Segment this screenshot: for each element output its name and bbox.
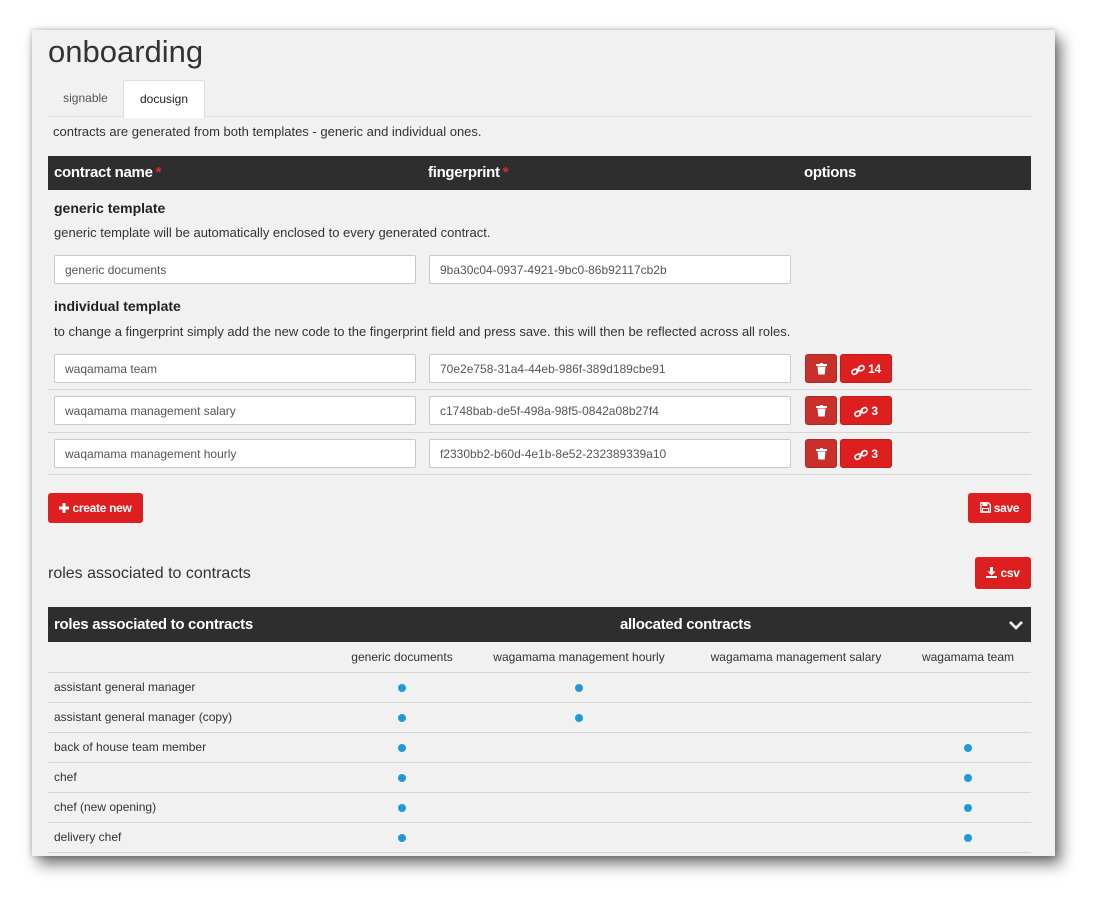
generic-fingerprint-input[interactable] [429, 255, 791, 284]
allocated-dot [398, 834, 406, 842]
row-divider [48, 474, 1031, 475]
role-name: chef (new opening) [54, 800, 157, 814]
page-title: onboarding [48, 34, 204, 69]
link-icon [854, 449, 869, 461]
contract-fingerprint-input[interactable] [429, 439, 791, 468]
tab-signable[interactable]: signable [48, 80, 123, 117]
allocated-dot [398, 774, 406, 782]
column-header: wagamama management salary [710, 650, 882, 664]
column-header: wagamama management hourly [493, 650, 665, 664]
contract-fingerprint-input[interactable] [429, 354, 791, 383]
link-icon [854, 406, 869, 418]
trash-icon [815, 448, 827, 460]
required-mark: * [155, 164, 162, 181]
column-header: wagamama team [921, 650, 1015, 664]
contract-fingerprint-input[interactable] [429, 396, 791, 425]
allocated-dot [398, 804, 406, 812]
header-contract-name: contract name * [54, 164, 162, 181]
linked-roles-button[interactable]: 3 [840, 396, 892, 425]
table-row: back of house team member [48, 732, 1031, 762]
intro-text: contracts are generated from both templa… [53, 124, 482, 139]
allocated-dot [575, 684, 583, 692]
delete-contract-button[interactable] [805, 396, 837, 425]
download-icon [986, 567, 998, 579]
header-allocated-contracts: allocated contracts [620, 616, 752, 633]
onboarding-panel: onboarding signable docusign contracts a… [32, 30, 1055, 856]
contract-name-input[interactable] [54, 439, 416, 468]
roles-table-header: roles associated to contracts allocated … [48, 607, 1031, 642]
csv-download-button[interactable]: csv [975, 557, 1031, 589]
allocated-dot [964, 804, 972, 812]
save-button[interactable]: save [968, 493, 1031, 523]
contract-name-input[interactable] [54, 396, 416, 425]
individual-template-title: individual template [54, 298, 181, 314]
role-name: delivery chef [54, 830, 122, 844]
individual-template-description: to change a fingerprint simply add the n… [54, 324, 791, 339]
tab-bar: signable docusign [48, 80, 1031, 118]
save-icon [979, 502, 991, 514]
table-row: chef (new opening) [48, 792, 1031, 822]
create-new-button[interactable]: create new [48, 493, 143, 523]
required-mark: * [502, 164, 509, 181]
linked-roles-count: 14 [868, 362, 881, 376]
allocated-dot [398, 684, 406, 692]
table-row: chef [48, 762, 1031, 792]
generic-template-description: generic template will be automatically e… [54, 225, 491, 240]
allocated-dot [964, 774, 972, 782]
role-name: back of house team member [54, 740, 207, 754]
generic-name-input[interactable] [54, 255, 416, 284]
role-name: chef [54, 770, 77, 784]
table-row: assistant general manager [48, 672, 1031, 702]
linked-roles-count: 3 [871, 404, 878, 418]
trash-icon [815, 405, 827, 417]
header-roles: roles associated to contracts [54, 616, 253, 633]
linked-roles-count: 3 [871, 447, 878, 461]
delete-contract-button[interactable] [805, 439, 837, 468]
header-fingerprint: fingerprint * [428, 164, 509, 181]
roles-section-title: roles associated to contracts [48, 565, 251, 582]
contract-name-input[interactable] [54, 354, 416, 383]
delete-contract-button[interactable] [805, 354, 837, 383]
linked-roles-button[interactable]: 14 [840, 354, 892, 383]
allocated-dot [575, 714, 583, 722]
allocated-dot [964, 834, 972, 842]
trash-icon [815, 363, 827, 375]
allocated-dot [398, 744, 406, 752]
row-divider [48, 432, 1031, 433]
link-icon [851, 364, 866, 376]
table-row: delivery chef [48, 822, 1031, 852]
linked-roles-button[interactable]: 3 [840, 439, 892, 468]
tab-docusign[interactable]: docusign [123, 80, 205, 118]
row-divider [48, 389, 1031, 390]
plus-icon [59, 502, 70, 513]
allocated-dot [964, 744, 972, 752]
allocated-dot [398, 714, 406, 722]
column-header: generic documents [351, 650, 453, 664]
role-name: assistant general manager [54, 680, 196, 694]
table-row: assistant general manager (copy) [48, 702, 1031, 732]
contracts-table-header: contract name * fingerprint * options [48, 156, 1031, 190]
role-name: assistant general manager (copy) [54, 710, 233, 724]
row-divider [48, 852, 1031, 853]
chevron-down-icon[interactable] [1008, 620, 1024, 630]
generic-template-title: generic template [54, 200, 166, 216]
header-options: options [804, 164, 857, 181]
